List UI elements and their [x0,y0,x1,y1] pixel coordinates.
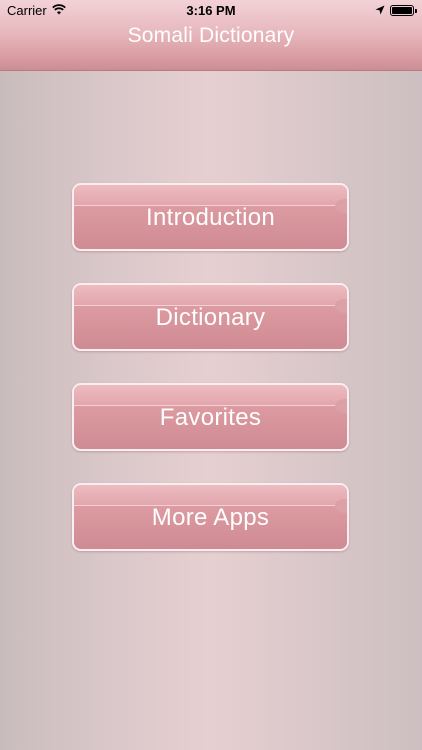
page-title: Somali Dictionary [127,24,295,47]
introduction-button-label: Introduction [145,204,275,231]
more-apps-button-label: More Apps [151,504,270,531]
nav-bar: Carrier 3:16 PM Somali Dictionary [0,0,422,71]
introduction-button[interactable]: Introduction [72,183,349,251]
favorites-button[interactable]: Favorites [72,383,349,451]
more-apps-button[interactable]: More Apps [72,483,349,551]
dictionary-button-label: Dictionary [155,304,266,331]
button-highlight [74,185,347,213]
favorites-button-label: Favorites [159,404,262,431]
battery-icon [390,5,417,16]
button-highlight [74,285,347,313]
location-arrow-icon [375,3,385,18]
dictionary-button[interactable]: Dictionary [72,283,349,351]
status-time: 3:16 PM [186,3,236,18]
button-highlight [74,485,347,513]
button-highlight [74,385,347,413]
main-menu: Introduction Dictionary Favorites More A… [72,183,349,583]
status-right [375,3,417,18]
status-bar: Carrier 3:16 PM [0,0,422,20]
